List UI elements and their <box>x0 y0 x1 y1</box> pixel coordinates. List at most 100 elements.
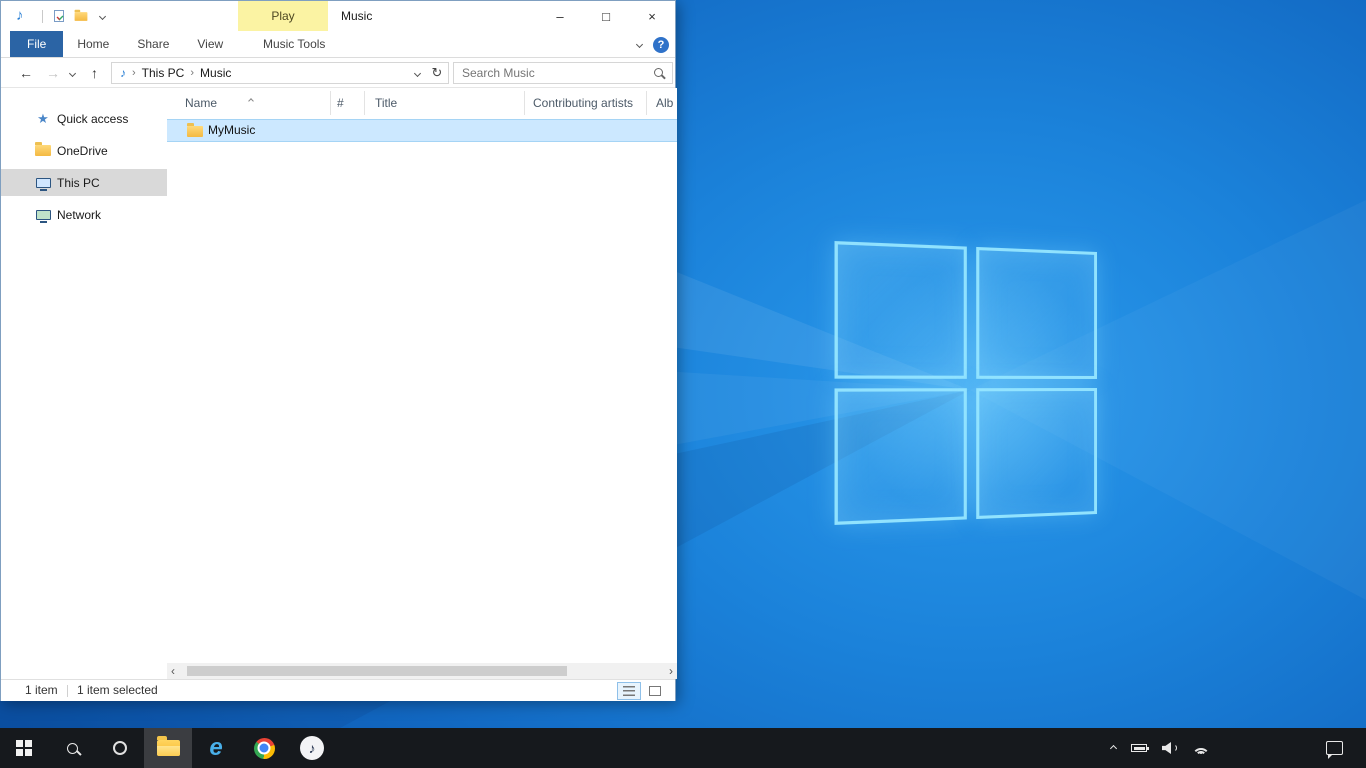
ribbon-tab-row: File Home Share View Music Tools ? <box>1 31 675 58</box>
thumbnail-view-button[interactable] <box>643 682 667 700</box>
scroll-left-arrow[interactable]: ‹ <box>171 663 175 679</box>
column-separator[interactable] <box>646 91 647 115</box>
window-title: Music <box>341 1 372 31</box>
onedrive-icon <box>35 145 51 156</box>
properties-icon <box>54 10 64 22</box>
tab-share[interactable]: Share <box>123 31 183 57</box>
status-divider <box>67 685 68 697</box>
network-wifi-icon[interactable] <box>1192 742 1210 755</box>
tab-view[interactable]: View <box>183 31 237 57</box>
minimize-button[interactable]: – <box>537 1 583 31</box>
selection-count: 1 item selected <box>77 680 158 701</box>
cortana-icon <box>113 741 127 755</box>
help-button[interactable]: ? <box>653 37 669 53</box>
column-header-title[interactable]: Title <box>375 88 397 118</box>
windows-logo-icon <box>16 740 32 756</box>
qat-properties-button[interactable] <box>49 1 69 31</box>
address-bar[interactable]: ♪ › This PC › Music ↻ <box>111 62 449 84</box>
titlebar[interactable]: ♪ Play Music – □ × <box>1 1 675 31</box>
windows-logo-pane <box>835 388 967 525</box>
search-icon <box>67 743 78 754</box>
details-view-icon <box>623 686 635 696</box>
start-button[interactable] <box>0 728 48 768</box>
file-name: MyMusic <box>208 120 255 141</box>
refresh-button[interactable]: ↻ <box>426 65 448 81</box>
music-player-icon: ♪ <box>300 736 324 760</box>
column-separator[interactable] <box>364 91 365 115</box>
column-separator[interactable] <box>524 91 525 115</box>
maximize-button[interactable]: □ <box>583 1 629 31</box>
breadcrumb-separator: › <box>132 67 136 79</box>
sidebar-item-onedrive[interactable]: OneDrive <box>1 137 167 164</box>
sidebar-item-network[interactable]: Network <box>1 201 167 228</box>
up-button[interactable]: ↑ <box>91 58 98 88</box>
sidebar-item-label: Network <box>57 208 101 222</box>
qat-new-folder-button[interactable] <box>71 1 91 31</box>
scroll-right-arrow[interactable]: › <box>669 663 673 679</box>
taskbar-internet-explorer-button[interactable]: e <box>192 728 240 768</box>
file-explorer-window: ♪ Play Music – □ × File Home Share View … <box>0 0 676 701</box>
column-headers: Name # Title Contributing artists Alb <box>167 88 677 118</box>
sidebar-item-this-pc[interactable]: This PC <box>1 169 167 196</box>
forward-button[interactable]: → <box>46 58 60 88</box>
breadcrumb-this-pc[interactable]: This PC <box>142 66 185 80</box>
battery-icon[interactable] <box>1131 744 1147 752</box>
sidebar-item-label: Quick access <box>57 112 128 126</box>
taskbar-chrome-button[interactable] <box>240 728 288 768</box>
internet-explorer-icon: e <box>209 728 222 768</box>
search-input[interactable] <box>454 63 672 83</box>
tab-file[interactable]: File <box>10 31 63 57</box>
hidden-icons-chevron-icon[interactable] <box>1110 744 1117 751</box>
folder-icon <box>187 126 203 137</box>
details-view-button[interactable] <box>617 682 641 700</box>
location-music-icon: ♪ <box>120 66 126 80</box>
action-center-button[interactable] <box>1312 728 1356 768</box>
taskbar: e ♪ <box>0 728 1366 768</box>
chrome-icon <box>254 738 275 759</box>
taskbar-search-button[interactable] <box>48 728 96 768</box>
collapse-ribbon-icon[interactable] <box>636 41 643 48</box>
taskbar-music-player-button[interactable]: ♪ <box>288 728 336 768</box>
file-list: Name # Title Contributing artists Alb My… <box>167 88 677 663</box>
column-header-number[interactable]: # <box>337 88 344 118</box>
windows-logo-wallpaper <box>835 241 1097 525</box>
column-header-name[interactable]: Name <box>185 88 217 118</box>
sidebar-item-label: This PC <box>57 176 100 190</box>
file-row-mymusic[interactable]: MyMusic <box>167 119 677 142</box>
qat-separator <box>42 10 43 23</box>
ribbon-right-controls: ? <box>637 31 669 58</box>
search-box <box>453 62 673 84</box>
star-icon: ★ <box>37 111 49 127</box>
horizontal-scrollbar[interactable]: ‹ › <box>167 663 677 679</box>
windows-logo-pane <box>976 388 1097 520</box>
status-bar: 1 item 1 item selected <box>1 679 675 701</box>
chevron-down-icon <box>98 12 105 19</box>
cortana-button[interactable] <box>96 728 144 768</box>
contextual-tab-play[interactable]: Play <box>238 1 328 31</box>
search-icon[interactable] <box>654 68 663 77</box>
qat-customize-button[interactable] <box>92 1 112 31</box>
sidebar-item-quick-access[interactable]: ★ Quick access <box>1 105 167 132</box>
sort-ascending-icon <box>249 92 253 106</box>
volume-icon[interactable] <box>1162 742 1177 754</box>
address-dropdown-button[interactable] <box>408 71 426 76</box>
column-header-artists[interactable]: Contributing artists <box>533 88 633 118</box>
window-controls: – □ × <box>537 1 675 31</box>
action-center-icon <box>1326 741 1343 755</box>
item-count: 1 item <box>25 680 58 701</box>
breadcrumb-music[interactable]: Music <box>200 66 231 80</box>
windows-logo-pane <box>976 247 1097 379</box>
back-button[interactable]: ← <box>19 58 33 88</box>
tab-music-tools[interactable]: Music Tools <box>249 31 339 57</box>
scrollbar-thumb[interactable] <box>187 666 567 676</box>
close-button[interactable]: × <box>629 1 675 31</box>
computer-icon <box>36 178 51 188</box>
windows-logo-pane <box>835 241 967 378</box>
column-header-album[interactable]: Alb <box>656 88 673 118</box>
chevron-down-icon <box>413 69 420 76</box>
taskbar-file-explorer-button[interactable] <box>144 728 192 768</box>
column-separator[interactable] <box>330 91 331 115</box>
sidebar-item-label: OneDrive <box>57 144 108 158</box>
recent-locations-chevron[interactable] <box>69 70 76 77</box>
tab-home[interactable]: Home <box>63 31 123 57</box>
